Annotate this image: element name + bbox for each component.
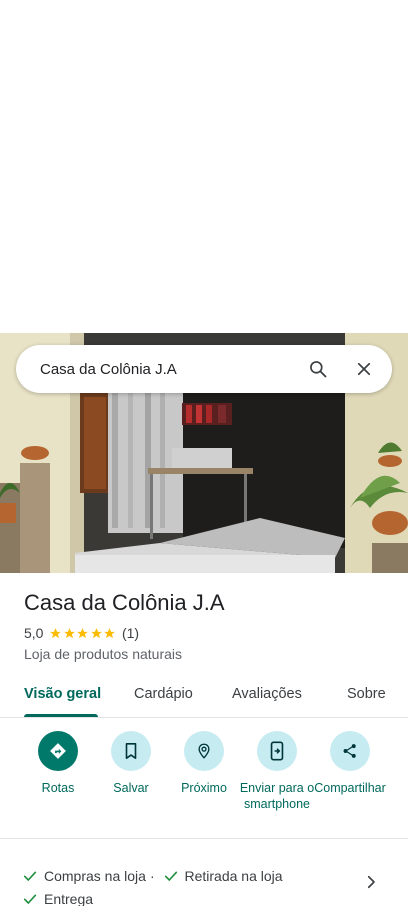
service-options[interactable]: Compras na loja · Retirada na loja Entre… [22, 866, 352, 906]
tab-menu[interactable]: Cardápio [134, 686, 193, 702]
send-to-phone-circle [257, 731, 297, 771]
share-label: Compartilhar [314, 781, 386, 795]
nearby-button[interactable]: Próximo [164, 731, 244, 796]
save-button[interactable]: Salvar [91, 731, 171, 796]
tab-overview[interactable]: Visão geral [24, 686, 101, 702]
chevron-right-icon[interactable] [362, 873, 380, 891]
directions-label: Rotas [41, 781, 75, 795]
check-icon [23, 871, 37, 881]
save-label: Salvar [113, 781, 149, 795]
rating-row[interactable]: 5,0 (1) [24, 625, 139, 641]
send-to-phone-button[interactable]: Enviar para o smartphone [237, 731, 317, 812]
check-icon [164, 871, 177, 881]
search-button[interactable] [298, 349, 338, 389]
share-circle [330, 731, 370, 771]
star-icon [104, 627, 116, 638]
directions-circle [38, 731, 78, 771]
map-area-blank [0, 0, 408, 333]
service-label: Compras na loja [44, 868, 146, 884]
star-icon [91, 627, 102, 638]
directions-button[interactable]: Rotas [18, 731, 98, 796]
rating-value: 5,0 [24, 625, 44, 641]
nearby-label: Próximo [181, 781, 227, 795]
bookmark-icon [125, 742, 137, 760]
search-bar[interactable]: Casa da Colônia J.A [16, 345, 392, 393]
place-category: Loja de produtos naturais [24, 646, 182, 662]
service-label: Retirada na loja [184, 868, 283, 884]
place-title: Casa da Colônia J.A [24, 590, 225, 615]
section-divider [0, 838, 408, 839]
service-item: Retirada na loja [163, 866, 283, 886]
share-icon [343, 744, 356, 758]
action-buttons: Rotas Salvar Próximo Enviar para o smart… [0, 731, 408, 837]
check-icon [23, 894, 37, 904]
send-to-phone-label: Enviar para o smartphone [239, 781, 315, 811]
service-separator: · [149, 868, 155, 884]
service-item: Compras na loja · [22, 866, 155, 886]
tab-bar: Visão geral Cardápio Avaliações Sobre [0, 676, 408, 718]
star-icon [64, 627, 75, 638]
tab-about[interactable]: Sobre [347, 686, 386, 702]
service-item: Entrega [22, 889, 93, 906]
search-icon [310, 361, 327, 378]
star-icon [50, 627, 62, 638]
rating-stars [49, 627, 117, 640]
search-query[interactable]: Casa da Colônia J.A [40, 361, 298, 378]
tab-reviews[interactable]: Avaliações [232, 686, 302, 702]
send-to-phone-icon [270, 741, 284, 761]
clear-search-button[interactable] [344, 349, 384, 389]
save-circle [111, 731, 151, 771]
active-tab-indicator [24, 714, 98, 717]
nearby-icon [198, 743, 210, 759]
close-icon [357, 362, 371, 376]
star-icon [77, 627, 89, 638]
service-label: Entrega [44, 891, 94, 906]
directions-icon [50, 743, 66, 759]
review-count[interactable]: (1) [122, 625, 139, 641]
share-button[interactable]: Compartilhar [310, 731, 390, 796]
nearby-circle [184, 731, 224, 771]
